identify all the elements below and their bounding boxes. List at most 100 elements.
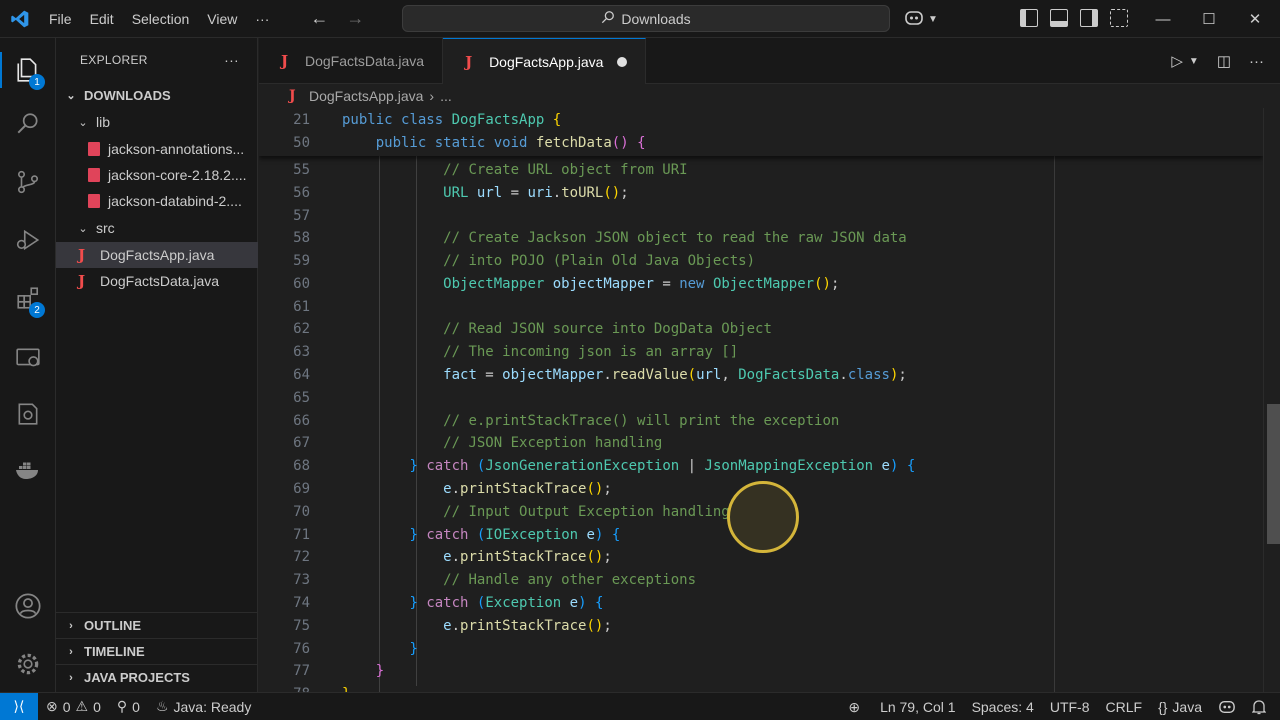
file-jackson-databind[interactable]: jackson-databind-2.... xyxy=(56,188,258,214)
menu-view[interactable]: View xyxy=(198,0,246,38)
folder-lib[interactable]: ⌄ lib xyxy=(56,109,258,135)
explorer-more-actions[interactable]: ··· xyxy=(224,52,239,68)
back-arrow-icon[interactable]: ← xyxy=(310,8,328,29)
section-outline[interactable]: › OUTLINE xyxy=(56,612,258,638)
ports-count: 0 xyxy=(132,698,140,715)
breadcrumb-separator-icon: › xyxy=(429,88,435,104)
java-status-label: Java: Ready xyxy=(173,698,252,715)
code-line: 50 public static void fetchData() { xyxy=(293,135,646,151)
problems-indicator[interactable]: ⊗ 0 ⚠ 0 xyxy=(38,698,109,715)
java-status[interactable]: ♨ Java: Ready xyxy=(148,698,259,715)
folder-label: src xyxy=(96,220,115,236)
menu-edit[interactable]: Edit xyxy=(81,0,123,38)
file-jackson-annotations[interactable]: jackson-annotations... xyxy=(56,136,258,162)
code-line: 68 } catch (JsonGenerationException | Js… xyxy=(293,458,916,474)
code-line: 58 // Create Jackson JSON object to read… xyxy=(293,230,907,246)
breadcrumb: J DogFactsApp.java › ... xyxy=(259,84,1280,108)
ports-indicator[interactable]: ⚲ 0 xyxy=(109,698,148,715)
unsaved-dot-icon[interactable] xyxy=(617,56,628,67)
copilot-status-icon[interactable] xyxy=(1210,699,1244,715)
toggle-primary-sidebar-icon[interactable] xyxy=(1020,9,1038,27)
toggle-secondary-sidebar-icon[interactable] xyxy=(1080,9,1098,27)
section-java-projects[interactable]: › JAVA PROJECTS xyxy=(56,664,258,690)
window-controls: — ☐ ✕ xyxy=(1140,0,1278,38)
indentation[interactable]: Spaces: 4 xyxy=(964,699,1042,715)
language-mode[interactable]: {} Java xyxy=(1150,699,1210,715)
code-line: 64 fact = objectMapper.readValue(url, Do… xyxy=(293,367,907,383)
explorer-badge: 1 xyxy=(29,74,45,90)
chevron-down-icon: ▼ xyxy=(928,14,938,25)
code-line: 78} xyxy=(259,683,1263,692)
docker-icon[interactable] xyxy=(0,446,56,494)
chevron-down-icon: ⌄ xyxy=(78,116,88,129)
scrollbar-thumb[interactable] xyxy=(1267,404,1280,544)
command-center-search[interactable]: Downloads xyxy=(402,5,890,32)
file-jackson-core[interactable]: jackson-core-2.18.2.... xyxy=(56,162,258,188)
section-label: TIMELINE xyxy=(84,644,145,659)
menu-file[interactable]: File xyxy=(40,0,81,38)
file-dogfactsapp[interactable]: J DogFactsApp.java xyxy=(56,242,258,268)
run-dropdown-chevron-icon[interactable]: ▼ xyxy=(1189,56,1199,67)
end-of-line[interactable]: CRLF xyxy=(1098,699,1151,715)
cursor-position[interactable]: Ln 79, Col 1 xyxy=(872,699,964,715)
editor-scrollbar[interactable] xyxy=(1263,108,1280,692)
search-activity-icon[interactable] xyxy=(0,100,56,148)
java-file-icon: J xyxy=(281,52,289,70)
code-line: 61 xyxy=(293,299,310,315)
chevron-down-icon: ⌄ xyxy=(66,89,76,102)
menu-selection[interactable]: Selection xyxy=(123,0,199,38)
editor-actions: ▷ ▼ ◫ ··· xyxy=(1171,38,1264,84)
code-line: 55 // Create URL object from URI xyxy=(293,162,688,178)
manage-gear-icon[interactable] xyxy=(0,640,56,688)
code-line: 77 } xyxy=(293,663,385,679)
java-file-icon: J xyxy=(465,52,473,71)
editor-tabs: J DogFactsData.java J DogFactsApp.java ▷… xyxy=(259,38,1280,84)
encoding[interactable]: UTF-8 xyxy=(1042,699,1098,715)
extensions-icon[interactable]: 2 xyxy=(0,274,56,322)
maximize-button[interactable]: ☐ xyxy=(1186,0,1232,38)
tab-dogfactsdata[interactable]: J DogFactsData.java xyxy=(259,38,444,84)
minimize-button[interactable]: — xyxy=(1140,0,1186,38)
java-status-icon: ♨ xyxy=(155,698,169,714)
breadcrumb-file[interactable]: DogFactsApp.java xyxy=(309,88,423,104)
forward-arrow-icon[interactable]: → xyxy=(346,8,364,29)
customize-layout-icon[interactable] xyxy=(1110,9,1128,27)
folder-downloads[interactable]: ⌄ DOWNLOADS xyxy=(56,82,258,108)
file-dogfactsdata[interactable]: J DogFactsData.java xyxy=(56,268,258,294)
source-control-icon[interactable] xyxy=(0,158,56,206)
error-icon: ⊗ xyxy=(46,698,58,714)
toggle-panel-icon[interactable] xyxy=(1050,9,1068,27)
split-editor-icon[interactable]: ◫ xyxy=(1217,52,1231,70)
zoom-indicator[interactable]: ⊕ xyxy=(836,699,872,716)
remote-explorer-icon[interactable] xyxy=(0,334,56,382)
code-line: 67 // JSON Exception handling xyxy=(293,435,663,451)
copilot-menu[interactable]: ▼ xyxy=(904,9,938,30)
run-java-icon[interactable]: ▷ xyxy=(1171,52,1183,70)
explorer-title: EXPLORER xyxy=(80,53,148,67)
notifications-bell-icon[interactable] xyxy=(1244,699,1280,715)
layout-controls xyxy=(1020,9,1128,27)
accounts-icon[interactable] xyxy=(0,582,56,630)
code-editor[interactable]: 21 public class DogFactsApp { 50 public s… xyxy=(259,108,1263,692)
run-and-debug-icon[interactable] xyxy=(0,216,56,264)
section-timeline[interactable]: › TIMELINE xyxy=(56,638,258,664)
testing-icon[interactable] xyxy=(0,390,56,438)
title-bar: File Edit Selection View ··· ← → Downloa… xyxy=(0,0,1280,38)
code-line: 63 // The incoming json is an array [] xyxy=(293,344,739,360)
remote-indicator-icon[interactable]: ⟩⟨ xyxy=(0,692,38,720)
explorer-activity-icon[interactable]: 1 xyxy=(0,46,56,94)
error-count: 0 xyxy=(62,698,71,715)
jar-file-icon xyxy=(88,194,100,208)
sticky-scroll[interactable]: 21 public class DogFactsApp { 50 public s… xyxy=(259,108,1263,156)
jar-file-icon xyxy=(88,168,100,182)
breadcrumb-symbol[interactable]: ... xyxy=(440,88,452,104)
tab-dogfactsapp[interactable]: J DogFactsApp.java xyxy=(443,38,647,84)
close-button[interactable]: ✕ xyxy=(1232,0,1278,38)
menu-more[interactable]: ··· xyxy=(246,0,278,38)
folder-src[interactable]: ⌄ src xyxy=(56,215,258,241)
more-actions-icon[interactable]: ··· xyxy=(1249,53,1264,70)
file-label: jackson-core-2.18.2.... xyxy=(108,167,247,183)
braces-icon: {} xyxy=(1158,699,1168,715)
warning-icon: ⚠ xyxy=(75,698,89,714)
code-line: 73 // Handle any other exceptions xyxy=(293,572,697,588)
